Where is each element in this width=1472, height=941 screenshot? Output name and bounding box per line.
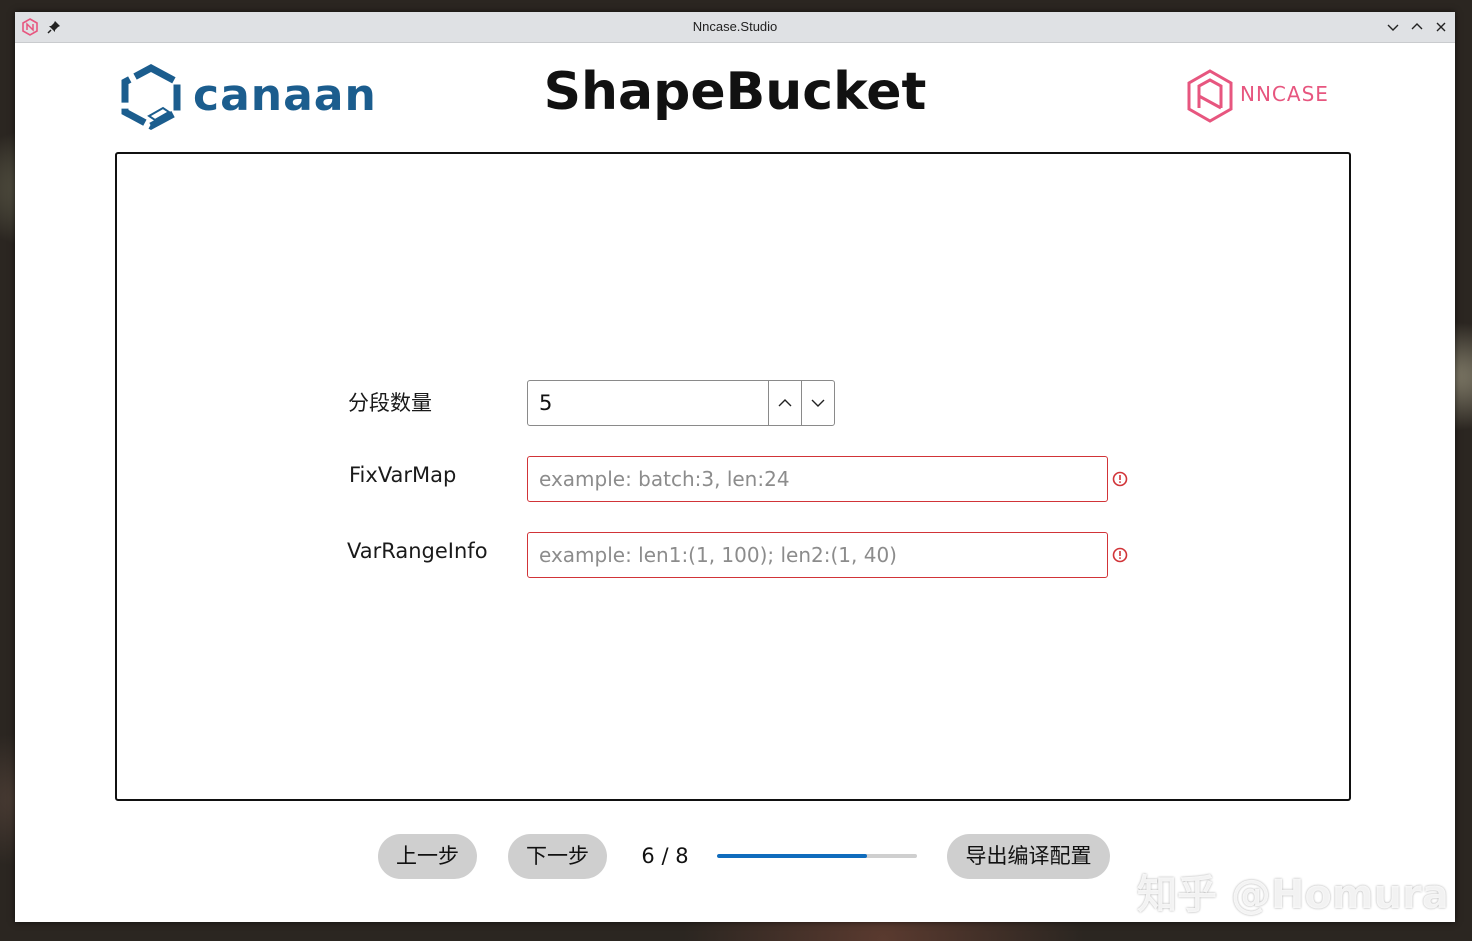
close-icon[interactable] bbox=[1432, 18, 1450, 36]
next-step-button[interactable]: 下一步 bbox=[508, 834, 607, 879]
varrangeinfo-input[interactable] bbox=[527, 532, 1108, 578]
title-bar[interactable]: Nncase.Studio bbox=[15, 12, 1455, 43]
increment-button[interactable] bbox=[768, 381, 801, 425]
segment-count-label: 分段数量 bbox=[348, 391, 432, 415]
export-config-button[interactable]: 导出编译配置 bbox=[947, 834, 1110, 879]
fixvarmap-error-icon bbox=[1112, 471, 1128, 487]
nncase-wordmark: NNCASE bbox=[1240, 82, 1329, 106]
minimize-icon[interactable] bbox=[1384, 18, 1402, 36]
page-indicator: 6 / 8 bbox=[641, 844, 689, 868]
segment-count-value[interactable]: 5 bbox=[539, 381, 552, 425]
varrangeinfo-label: VarRangeInfo bbox=[347, 539, 488, 563]
fixvarmap-input[interactable] bbox=[527, 456, 1108, 502]
prev-step-button[interactable]: 上一步 bbox=[378, 834, 477, 879]
watermark: 知乎 @Homura bbox=[1137, 872, 1449, 918]
chevron-up-icon bbox=[778, 399, 792, 407]
chevron-down-icon bbox=[811, 399, 825, 407]
progress-fill bbox=[717, 854, 867, 858]
window-title: Nncase.Studio bbox=[692, 19, 778, 34]
segment-count-stepper[interactable]: 5 bbox=[527, 380, 835, 426]
nncase-hexagon-icon bbox=[1187, 69, 1233, 123]
fixvarmap-label: FixVarMap bbox=[349, 463, 457, 487]
decrement-button[interactable] bbox=[801, 381, 834, 425]
progress-bar bbox=[717, 854, 917, 858]
nncase-logo: NNCASE bbox=[1185, 68, 1350, 126]
app-window: Nncase.Studio canaan ShapeBucket NNCASE … bbox=[15, 12, 1455, 922]
maximize-icon[interactable] bbox=[1408, 18, 1426, 36]
varrangeinfo-error-icon bbox=[1112, 547, 1128, 563]
